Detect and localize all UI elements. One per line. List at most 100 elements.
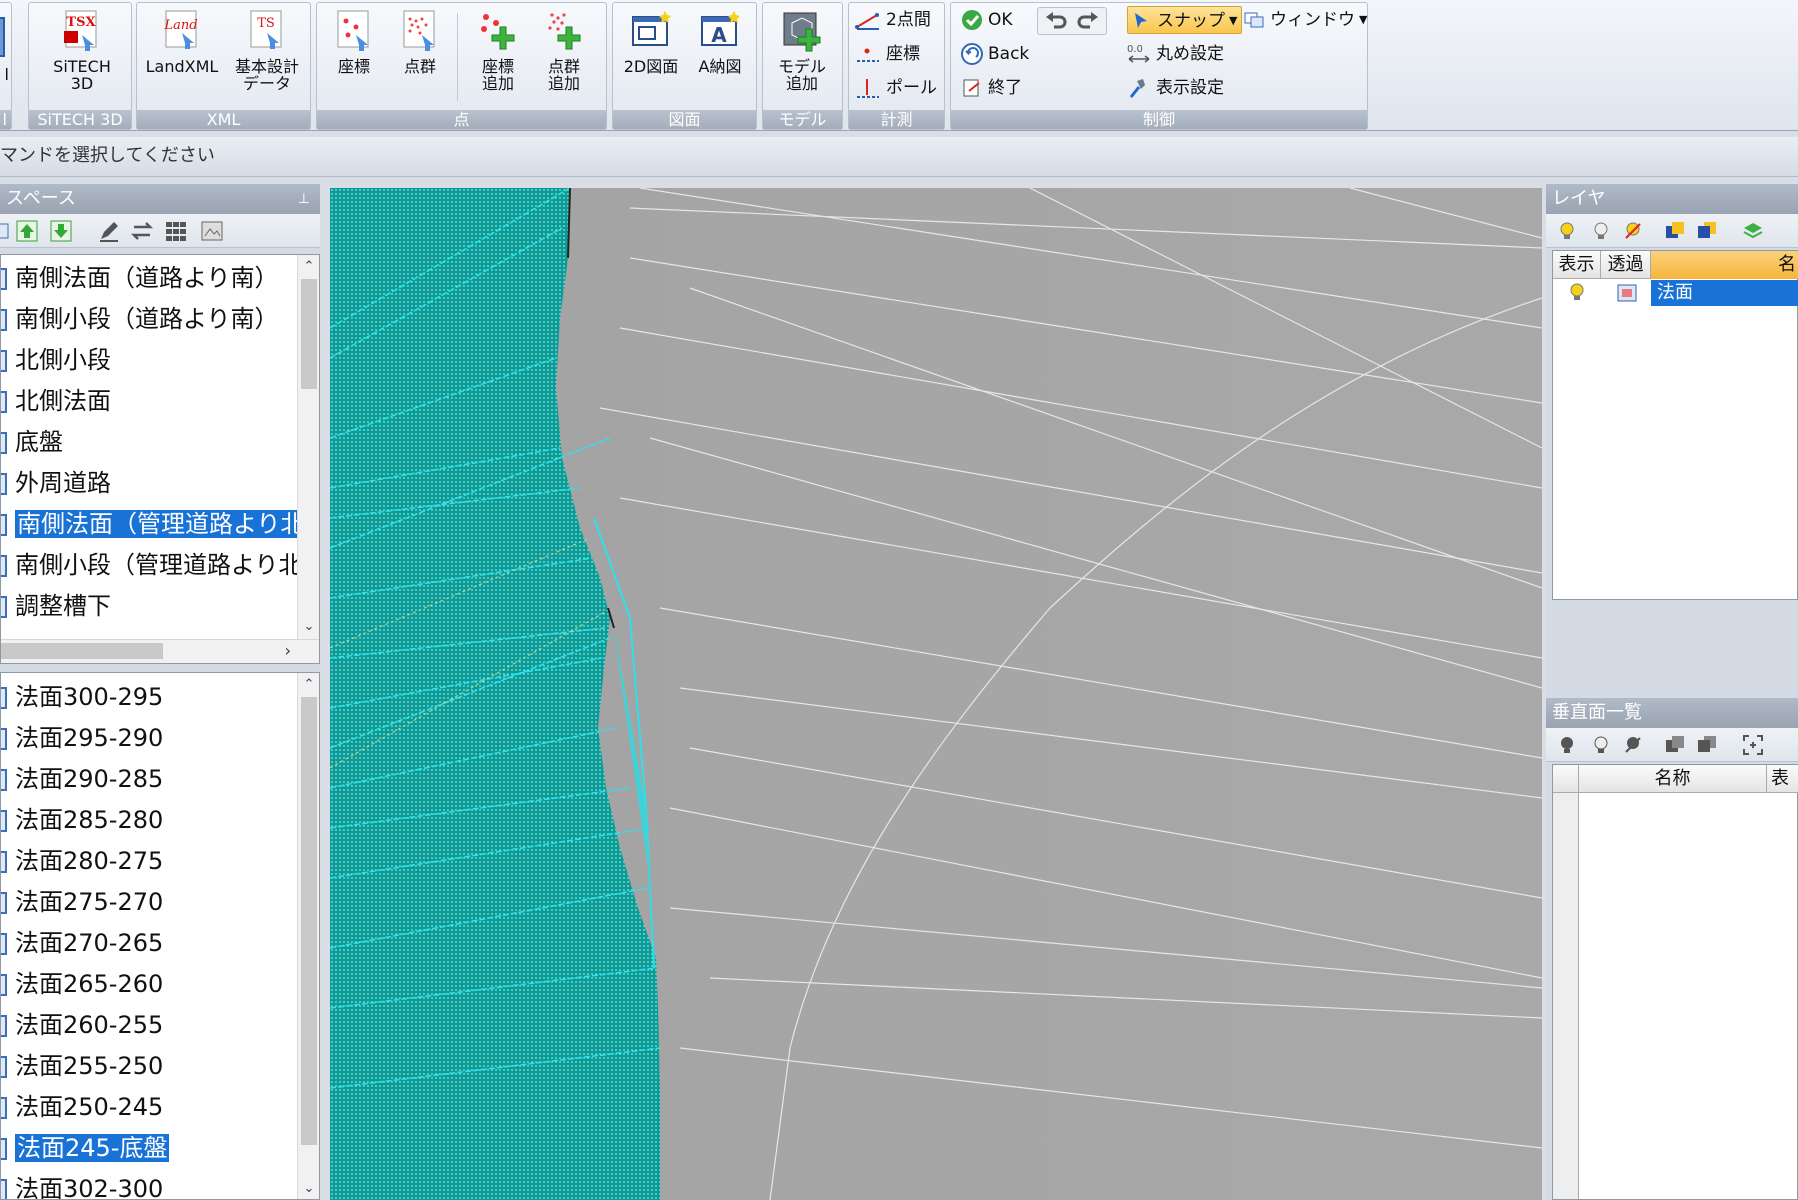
transparency-icon[interactable] (1617, 283, 1637, 303)
list-item[interactable]: 法面300-295 (1, 677, 297, 718)
list1-scroll-thumb[interactable] (301, 279, 317, 389)
separator (457, 13, 458, 101)
bulb-off-icon[interactable] (1590, 220, 1612, 242)
undo-redo-group (1037, 7, 1107, 35)
list1-horizontal-scrollbar[interactable]: › (1, 639, 319, 663)
end-button[interactable]: 終了 (961, 74, 1022, 102)
map-view-icon[interactable] (201, 220, 223, 242)
layer-stack-icon[interactable] (1742, 220, 1764, 242)
3d-viewport[interactable] (330, 188, 1542, 1200)
list-item[interactable]: 法面265-260 (1, 964, 297, 1005)
snap-button[interactable]: スナップ ▼ (1127, 6, 1243, 35)
snap-dropdown-icon[interactable]: ▼ (1229, 7, 1237, 35)
display-settings-button[interactable]: 表示設定 (1127, 74, 1224, 102)
list-item[interactable]: 法面290-285 (1, 759, 297, 800)
kihon-sekkei-button[interactable]: TS 基本設計 データ (225, 7, 309, 103)
a-drawing-button[interactable]: A A納図 (687, 7, 753, 103)
list-item[interactable]: 北側小段 (1, 340, 297, 381)
col-transparent[interactable]: 透過 (1601, 251, 1651, 279)
bulb-on-icon[interactable] (1556, 734, 1578, 756)
svg-text:TSX: TSX (66, 15, 96, 30)
col-vertical-show[interactable]: 表 (1767, 765, 1798, 793)
list-item[interactable]: 法面270-265 (1, 923, 297, 964)
list-item[interactable]: 法面250-245 (1, 1087, 297, 1128)
list-item[interactable]: 外周道路 (1, 463, 297, 504)
rounding-settings-button[interactable]: 0.0 丸め設定 (1127, 40, 1224, 68)
swap-icon[interactable] (131, 220, 153, 242)
tree-icon[interactable] (0, 220, 16, 242)
app-icon[interactable] (0, 17, 5, 57)
list-item[interactable]: 南側小段（管理道路より北） (1, 545, 319, 586)
layer-back-icon[interactable] (1696, 220, 1718, 242)
pole-button[interactable]: ポール (855, 74, 937, 102)
grid-icon[interactable] (165, 220, 187, 242)
plane-front-icon[interactable] (1664, 734, 1686, 756)
col-vertical-name[interactable]: 名称 (1579, 765, 1767, 793)
list-item[interactable]: 南側法面（道路より南） (1, 258, 297, 299)
list1-vertical-scrollbar[interactable]: ⌃ ⌄ (297, 255, 319, 639)
plane-back-icon[interactable] (1696, 734, 1718, 756)
list-item[interactable]: 調整槽下 (1, 586, 297, 627)
scroll-up-icon[interactable]: ⌃ (298, 675, 319, 695)
two-points-button[interactable]: 2点間 (855, 6, 931, 34)
coord-measure-button[interactable]: 座標 (855, 40, 920, 68)
list-item[interactable]: 底盤 (1, 422, 297, 463)
bulb-off-icon[interactable] (1590, 734, 1612, 756)
move-up-icon[interactable] (16, 220, 38, 242)
ok-button[interactable]: OK (961, 6, 1013, 34)
svg-text:TS: TS (257, 16, 275, 31)
list-item[interactable]: 法面255-250 (1, 1046, 297, 1087)
scroll-up-icon[interactable]: ⌃ (298, 257, 319, 277)
zoom-extent-icon[interactable] (1742, 734, 1764, 756)
redo-icon[interactable] (1076, 11, 1100, 33)
list-item[interactable]: 法面302-300 (1, 1169, 297, 1199)
layer-grid-header: 表示 透過 名 (1553, 251, 1798, 279)
scroll-right-icon[interactable]: › (285, 640, 291, 662)
window-button[interactable]: ウィンドウ ▼ (1243, 6, 1367, 34)
bulb-toggle-icon[interactable] (1622, 220, 1644, 242)
col-name[interactable]: 名 (1651, 251, 1798, 279)
sitech3d-button[interactable]: TSX SiTECH 3D (47, 7, 117, 103)
move-down-icon[interactable] (50, 220, 72, 242)
list-item[interactable]: 法面245-底盤 (1, 1128, 297, 1169)
group-label-xml: XML (137, 110, 310, 129)
list-item-label: 法面300-295 (15, 683, 164, 711)
bulb-toggle-icon[interactable] (1622, 734, 1644, 756)
list2-scroll-thumb[interactable] (301, 697, 317, 1145)
tengun-button[interactable]: 点群 (389, 7, 451, 103)
end-label: 終了 (988, 78, 1022, 98)
scroll-down-icon[interactable]: ⌄ (298, 1179, 319, 1199)
tengun-add-button[interactable]: 点群 追加 (533, 7, 595, 103)
command-prompt-text: マンドを選択してください (0, 145, 215, 166)
surface-group-items: 南側法面（道路より南） 南側小段（道路より南） 北側小段 北側法面 底盤 外周道路 南側法面… (1, 258, 319, 627)
window-dropdown-icon[interactable]: ▼ (1359, 6, 1367, 34)
zahyo-add-button[interactable]: 座標 追加 (467, 7, 529, 103)
pin-icon[interactable]: ⊥ (298, 184, 310, 214)
layer-name-cell[interactable]: 法面 (1651, 280, 1798, 306)
list-item[interactable]: 法面260-255 (1, 1005, 297, 1046)
list-item[interactable]: 法面275-270 (1, 882, 297, 923)
list-item[interactable]: 南側法面（管理道路より北 (1, 504, 307, 545)
add-point-cloud-icon (548, 13, 581, 50)
list-item[interactable]: 北側法面 (1, 381, 297, 422)
ribbon-group-control: OK Back 終了 スナップ ▼ ウィンドウ ▼ 0.0 丸め設定 表示設定 制御 (950, 2, 1368, 130)
visible-bulb-icon[interactable] (1567, 282, 1587, 304)
model-add-button[interactable]: モデル 追加 (771, 7, 833, 103)
scroll-down-icon[interactable]: ⌄ (298, 617, 319, 637)
list2-vertical-scrollbar[interactable]: ⌃ ⌄ (297, 673, 319, 1199)
list-item[interactable]: 法面280-275 (1, 841, 297, 882)
landxml-button[interactable]: Land LandXML (141, 7, 223, 103)
edit-icon[interactable] (98, 220, 120, 242)
list-item[interactable]: 法面285-280 (1, 800, 297, 841)
zahyo-button[interactable]: 座標 (323, 7, 385, 103)
list-item[interactable]: 法面295-290 (1, 718, 297, 759)
col-show[interactable]: 表示 (1553, 251, 1601, 279)
bulb-on-icon[interactable] (1556, 220, 1578, 242)
layer-front-icon[interactable] (1664, 220, 1686, 242)
back-button[interactable]: Back (961, 40, 1029, 68)
layer-row[interactable]: 法面 (1553, 279, 1798, 307)
undo-icon[interactable] (1044, 11, 1068, 33)
drawing-2d-button[interactable]: 2D図面 (619, 7, 683, 103)
list-item[interactable]: 南側小段（道路より南） (1, 299, 297, 340)
list1-hscroll-thumb[interactable] (1, 643, 163, 659)
